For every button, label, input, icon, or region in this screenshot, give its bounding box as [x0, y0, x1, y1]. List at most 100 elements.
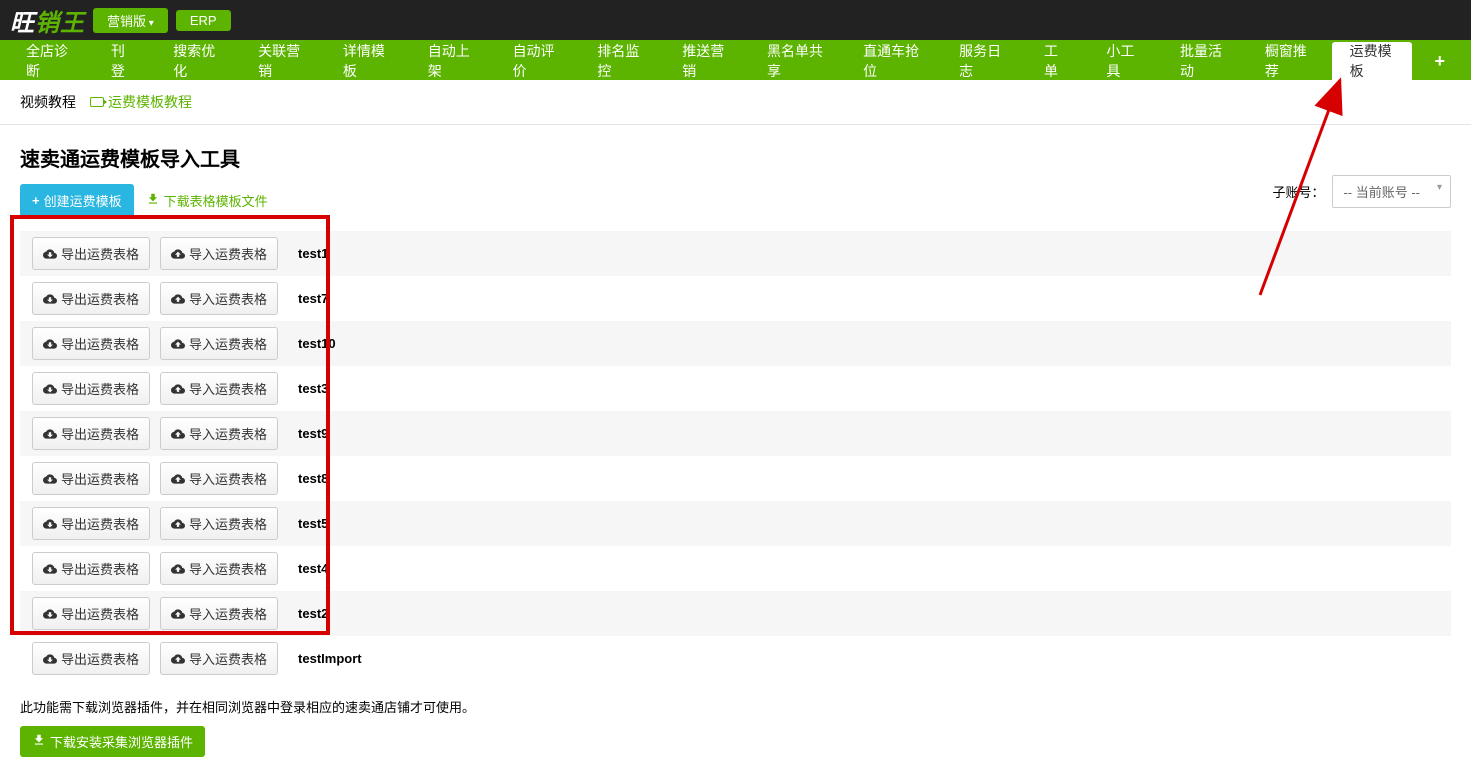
plugin-note: 此功能需下载浏览器插件，并在相同浏览器中登录相应的速卖通店铺才可使用。 [20, 697, 1451, 716]
download-plugin-button[interactable]: 下载安装采集浏览器插件 [20, 726, 205, 757]
export-row-button[interactable]: 导出运费表格 [32, 372, 150, 405]
cloud-download-icon [43, 607, 57, 621]
import-row-button[interactable]: 导入运费表格 [160, 327, 278, 360]
row-label: test2 [298, 606, 328, 621]
import-row-button[interactable]: 导入运费表格 [160, 642, 278, 675]
cloud-upload-icon [171, 337, 185, 351]
export-row-button[interactable]: 导出运费表格 [32, 507, 150, 540]
erp-button[interactable]: ERP [176, 10, 231, 31]
nav-item-1[interactable]: 刊登 [93, 42, 151, 80]
export-row-button[interactable]: 导出运费表格 [32, 552, 150, 585]
cloud-download-icon [43, 337, 57, 351]
video-tutorial-link[interactable]: 运费模板教程 [90, 92, 192, 112]
template-row: 导出运费表格导入运费表格 test2 [20, 591, 1451, 636]
row-label: test4 [298, 561, 328, 576]
row-label: test10 [298, 336, 336, 351]
cloud-download-icon [43, 382, 57, 396]
import-row-button[interactable]: 导入运费表格 [160, 237, 278, 270]
cloud-download-icon [43, 427, 57, 441]
template-list: 导出运费表格导入运费表格test1导出运费表格导入运费表格test7导出运费表格… [20, 231, 1451, 681]
export-row-button[interactable]: 导出运费表格 [32, 237, 150, 270]
template-row: 导出运费表格导入运费表格 test5 [20, 501, 1451, 546]
cloud-download-icon [43, 562, 57, 576]
nav-item-15[interactable]: 橱窗推荐 [1247, 42, 1328, 80]
row-label: test1 [298, 246, 328, 261]
plus-icon [32, 193, 40, 208]
import-row-button[interactable]: 导入运费表格 [160, 462, 278, 495]
nav-item-8[interactable]: 推送营销 [664, 42, 745, 80]
nav-item-14[interactable]: 批量活动 [1162, 42, 1243, 80]
download-icon [146, 192, 160, 209]
cloud-upload-icon [171, 427, 185, 441]
template-row: 导出运费表格导入运费表格 test1 [20, 231, 1451, 276]
page-title: 速卖通运费模板导入工具 [20, 143, 1451, 172]
template-row: 导出运费表格导入运费表格 test8 [20, 456, 1451, 501]
main-content: 速卖通运费模板导入工具 创建运费模板 下载表格模板文件 子账号： -- 当前账号… [0, 125, 1471, 775]
row-label: test5 [298, 516, 328, 531]
cloud-upload-icon [171, 292, 185, 306]
nav-item-11[interactable]: 服务日志 [941, 42, 1022, 80]
template-row: 导出运费表格导入运费表格 test9 [20, 411, 1451, 456]
cloud-download-icon [43, 517, 57, 531]
row-label: test9 [298, 426, 328, 441]
cloud-upload-icon [171, 472, 185, 486]
nav-item-10[interactable]: 直通车抢位 [845, 42, 937, 80]
logo: 旺销王 [10, 3, 85, 38]
row-label: testImport [298, 651, 362, 666]
cloud-download-icon [43, 292, 57, 306]
import-row-button[interactable]: 导入运费表格 [160, 282, 278, 315]
row-label: test7 [298, 291, 328, 306]
export-row-button[interactable]: 导出运费表格 [32, 462, 150, 495]
nav-item-4[interactable]: 详情模板 [325, 42, 406, 80]
nav-item-0[interactable]: 全店诊断 [8, 42, 89, 80]
main-nav: 全店诊断刊登搜索优化关联营销详情模板自动上架自动评价排名监控推送营销黑名单共享直… [0, 40, 1471, 80]
template-row: 导出运费表格导入运费表格 testImport [20, 636, 1451, 681]
nav-item-13[interactable]: 小工具 [1088, 42, 1158, 80]
toolbar: 创建运费模板 下载表格模板文件 [20, 184, 1451, 217]
row-label: test8 [298, 471, 328, 486]
subbar: 视频教程 运费模板教程 [0, 80, 1471, 124]
cloud-download-icon [43, 472, 57, 486]
template-row: 导出运费表格导入运费表格 test3 [20, 366, 1451, 411]
nav-item-6[interactable]: 自动评价 [495, 42, 576, 80]
nav-item-9[interactable]: 黑名单共享 [749, 42, 841, 80]
template-row: 导出运费表格导入运费表格 test10 [20, 321, 1451, 366]
download-template-link[interactable]: 下载表格模板文件 [146, 191, 268, 210]
cloud-upload-icon [171, 562, 185, 576]
download-icon [32, 733, 46, 750]
nav-item-3[interactable]: 关联营销 [240, 42, 321, 80]
subbar-title: 视频教程 [20, 92, 76, 112]
import-row-button[interactable]: 导入运费表格 [160, 372, 278, 405]
nav-item-12[interactable]: 工单 [1026, 42, 1084, 80]
cloud-download-icon [43, 652, 57, 666]
create-template-button[interactable]: 创建运费模板 [20, 184, 134, 217]
export-row-button[interactable]: 导出运费表格 [32, 597, 150, 630]
export-row-button[interactable]: 导出运费表格 [32, 282, 150, 315]
sub-account-label: 子账号： [1272, 182, 1324, 201]
cloud-upload-icon [171, 517, 185, 531]
template-row: 导出运费表格导入运费表格 test7 [20, 276, 1451, 321]
nav-item-7[interactable]: 排名监控 [579, 42, 660, 80]
cloud-upload-icon [171, 247, 185, 261]
import-row-button[interactable]: 导入运费表格 [160, 417, 278, 450]
template-row: 导出运费表格导入运费表格 test4 [20, 546, 1451, 591]
cloud-upload-icon [171, 652, 185, 666]
import-row-button[interactable]: 导入运费表格 [160, 597, 278, 630]
row-label: test3 [298, 381, 328, 396]
import-row-button[interactable]: 导入运费表格 [160, 552, 278, 585]
nav-item-5[interactable]: 自动上架 [410, 42, 491, 80]
cloud-upload-icon [171, 382, 185, 396]
export-row-button[interactable]: 导出运费表格 [32, 417, 150, 450]
sub-account-dropdown[interactable]: -- 当前账号 -- [1332, 175, 1451, 208]
nav-item-16[interactable]: 运费模板 [1332, 42, 1413, 80]
version-select-button[interactable]: 营销版 [93, 8, 168, 33]
sub-account-selector: 子账号： -- 当前账号 -- [1272, 175, 1451, 208]
cloud-upload-icon [171, 607, 185, 621]
topbar: 旺销王 营销版 ERP [0, 0, 1471, 40]
export-row-button[interactable]: 导出运费表格 [32, 642, 150, 675]
nav-item-2[interactable]: 搜索优化 [155, 42, 236, 80]
nav-add-button[interactable]: + [1416, 42, 1463, 80]
export-row-button[interactable]: 导出运费表格 [32, 327, 150, 360]
cloud-download-icon [43, 247, 57, 261]
import-row-button[interactable]: 导入运费表格 [160, 507, 278, 540]
